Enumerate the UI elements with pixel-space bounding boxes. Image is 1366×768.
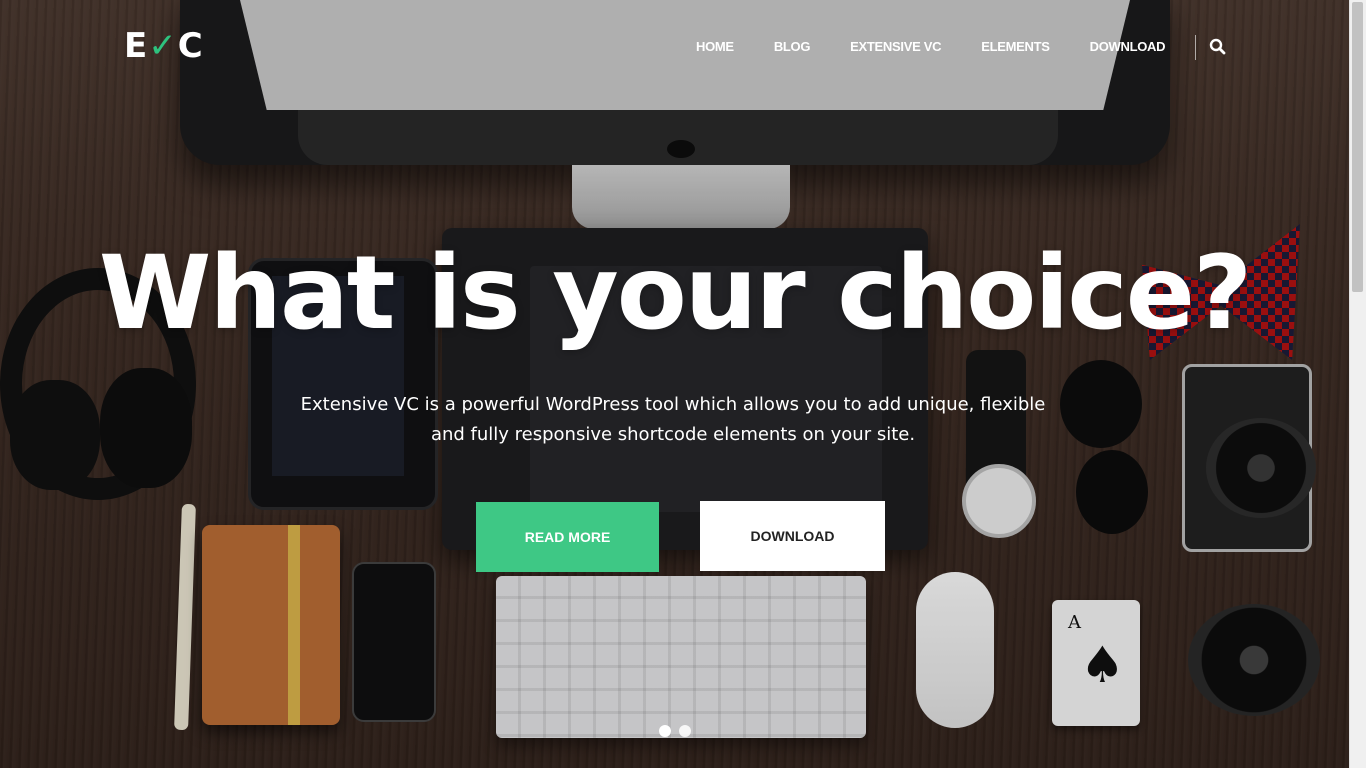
nav-divider [1195,35,1196,60]
nav-extensive-vc[interactable]: EXTENSIVE VC [850,38,941,56]
hero-overlay [0,0,1349,768]
download-button[interactable]: DOWNLOAD [700,501,885,571]
nav-elements[interactable]: ELEMENTS [981,38,1050,56]
main-nav: HOME BLOG EXTENSIVE VC ELEMENTS DOWNLOAD [696,38,1166,56]
search-icon[interactable] [1209,38,1227,56]
nav-download[interactable]: DOWNLOAD [1090,38,1166,56]
hero-subtext: Extensive VC is a powerful WordPress too… [270,390,1076,450]
logo-suffix: C [177,26,204,66]
slider-dot[interactable] [679,725,691,737]
logo-prefix: E [124,26,149,66]
logo[interactable]: E ✓ C [124,26,204,66]
hero-background: A ♠ [0,0,1349,768]
hero-headline: What is your choice? [98,234,1252,353]
hero-subtext-line: Extensive VC is a powerful WordPress too… [300,394,1046,415]
slider-dots [659,725,699,737]
nav-blog[interactable]: BLOG [774,38,811,56]
hero-subtext-line: and fully responsive shortcode elements … [430,424,916,445]
read-more-button[interactable]: READ MORE [476,502,659,572]
logo-check-icon: ✓ [148,26,178,66]
scrollbar-thumb[interactable] [1352,2,1363,292]
nav-home[interactable]: HOME [696,38,734,56]
slider-dot-active[interactable] [659,725,671,737]
